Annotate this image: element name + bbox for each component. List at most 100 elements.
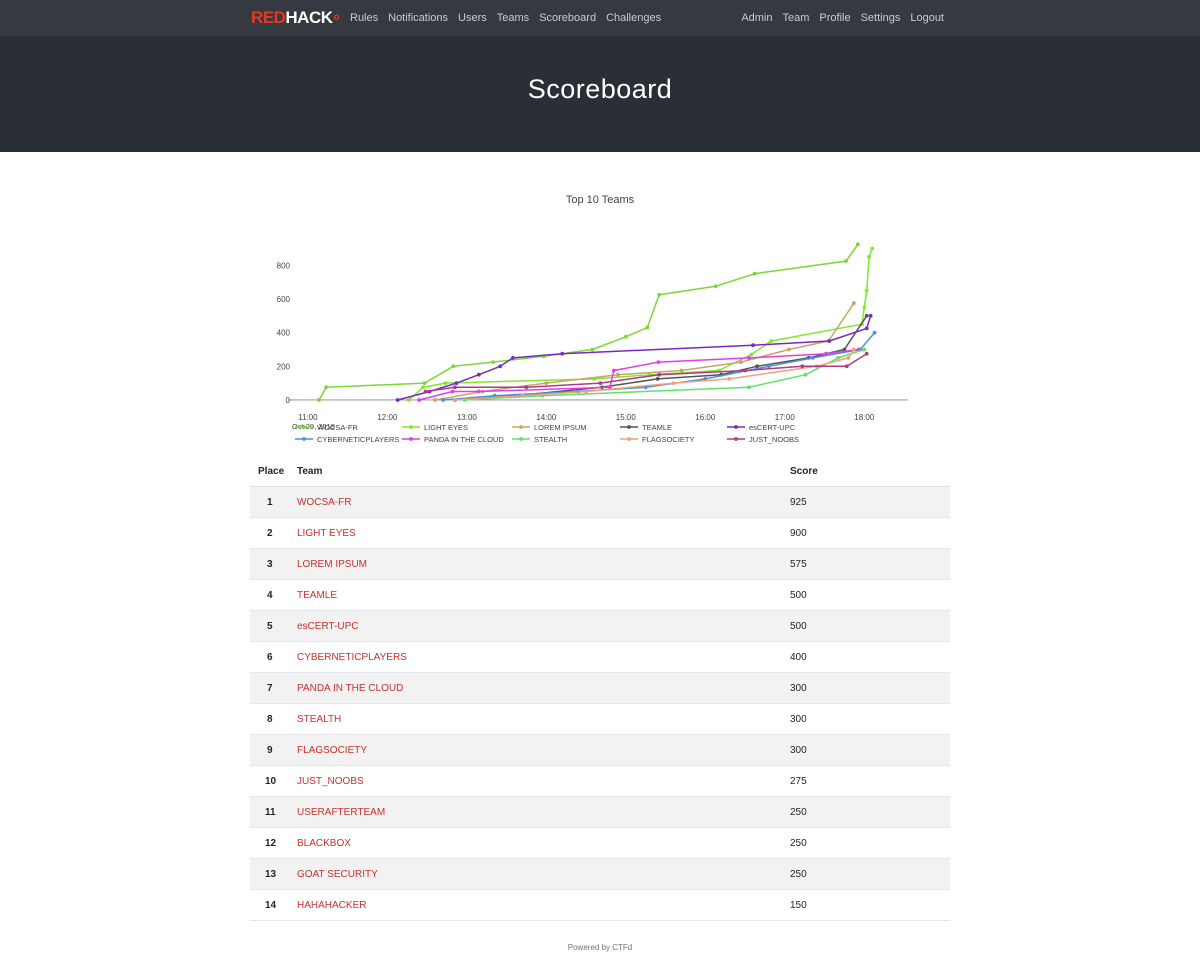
score-cell: 300 <box>790 683 807 694</box>
team-link[interactable]: WOCSA-FR <box>297 497 351 509</box>
team-link[interactable]: LOREM IPSUM <box>297 559 367 571</box>
team-link[interactable]: GOAT SECURITY <box>297 869 378 881</box>
data-point <box>864 326 869 331</box>
nav-link-rules[interactable]: Rules <box>350 11 378 25</box>
table-row: 9 FLAGSOCIETY 300 <box>250 735 950 766</box>
nav-link-team[interactable]: Team <box>783 11 810 25</box>
nav-link-admin[interactable]: Admin <box>741 11 772 25</box>
legend-swatch-dot <box>302 425 306 429</box>
page-title: Scoreboard <box>527 74 673 104</box>
data-point <box>612 368 616 373</box>
legend-label: FLAGSOCIETY <box>642 435 695 444</box>
score-cell: 250 <box>790 807 807 818</box>
data-point <box>656 360 661 364</box>
team-link[interactable]: esCERT-UPC <box>297 621 359 633</box>
team-link[interactable]: STEALTH <box>297 714 341 726</box>
nav-link-logout[interactable]: Logout <box>910 11 944 25</box>
chart-title: Top 10 Teams <box>566 194 635 206</box>
team-link[interactable]: TEAMLE <box>297 590 337 602</box>
data-point <box>317 398 321 402</box>
legend-label: LIGHT EYES <box>424 423 468 432</box>
data-point <box>862 305 867 310</box>
page-header: Scoreboard <box>0 36 1200 152</box>
x-tick-label: 14:00 <box>536 413 557 422</box>
brand-logo[interactable]: REDHACKo <box>251 9 340 27</box>
data-point <box>655 377 660 381</box>
data-point <box>520 393 525 398</box>
score-cell: 400 <box>790 652 807 663</box>
data-point <box>476 372 481 377</box>
table-row: 10 JUST_NOOBS 275 <box>250 766 950 797</box>
y-tick-label: 600 <box>277 295 291 304</box>
table-row: 1 WOCSA-FR 925 <box>250 487 950 518</box>
table-row: 2 LIGHT EYES 900 <box>250 518 950 549</box>
data-point <box>417 398 422 402</box>
data-point <box>421 385 425 390</box>
footer-text: Powered by CTFd <box>567 943 633 952</box>
y-tick-label: 200 <box>277 362 291 371</box>
data-point <box>727 377 732 381</box>
data-point <box>870 246 875 251</box>
legend-item-just-noobs: JUST_NOOBS <box>727 435 799 444</box>
score-cell: 500 <box>790 621 807 632</box>
data-point <box>395 398 400 402</box>
place-cell: 9 <box>267 745 273 756</box>
data-point <box>454 381 459 385</box>
data-point <box>441 398 445 402</box>
data-point <box>590 347 595 352</box>
data-point <box>803 372 808 377</box>
legend-label: JUST_NOOBS <box>749 435 799 444</box>
data-point <box>864 351 869 356</box>
table-row: 7 PANDA IN THE CLOUD 300 <box>250 673 950 704</box>
team-link[interactable]: PANDA IN THE CLOUD <box>297 683 403 695</box>
y-tick-label: 400 <box>277 329 291 338</box>
team-link[interactable]: FLAGSOCIETY <box>297 745 367 757</box>
nav-link-users[interactable]: Users <box>458 11 487 25</box>
data-point <box>852 347 856 352</box>
x-tick-label: 16:00 <box>695 413 716 422</box>
team-link[interactable]: JUST_NOOBS <box>297 776 364 788</box>
score-cell: 900 <box>790 528 807 539</box>
top-navbar: REDHACKo Rules Notifications Users Teams Sco… <box>0 0 1200 36</box>
score-cell: 575 <box>790 559 807 570</box>
data-point <box>476 389 481 394</box>
legend-label: CYBERNETICPLAYERS <box>317 435 399 444</box>
place-cell: 13 <box>265 869 277 880</box>
data-point <box>498 364 503 369</box>
data-point <box>827 339 832 343</box>
data-point <box>453 398 457 402</box>
team-link[interactable]: BLACKBOX <box>297 838 351 850</box>
legend-item-escert-upc: esCERT-UPC <box>727 423 796 432</box>
header-team: Team <box>297 466 323 477</box>
data-point <box>584 389 588 394</box>
data-point <box>800 364 805 369</box>
nav-link-challenges[interactable]: Challenges <box>606 11 661 25</box>
nav-link-notifications[interactable]: Notifications <box>388 11 448 25</box>
nav-link-scoreboard[interactable]: Scoreboard <box>539 11 596 25</box>
table-row: 5 esCERT-UPC 500 <box>250 611 950 642</box>
nav-link-settings[interactable]: Settings <box>861 11 901 25</box>
header-place: Place <box>258 466 285 477</box>
nav-link-teams[interactable]: Teams <box>497 11 529 25</box>
series-light-eyes <box>406 246 875 402</box>
legend-swatch-dot <box>409 425 413 429</box>
x-tick-label: 15:00 <box>616 413 637 422</box>
y-tick-label: 0 <box>286 396 291 405</box>
data-point <box>836 356 840 360</box>
table-row: 6 CYBERNETICPLAYERS 400 <box>250 642 950 673</box>
legend-swatch-dot <box>734 437 738 441</box>
data-point <box>645 325 650 330</box>
team-link[interactable]: CYBERNETICPLAYERS <box>297 652 407 664</box>
data-point <box>450 389 455 394</box>
nav-link-profile[interactable]: Profile <box>819 11 850 25</box>
legend-swatch-dot <box>302 437 306 441</box>
data-point <box>524 385 529 390</box>
team-link[interactable]: USERAFTERTEAM <box>297 807 385 819</box>
data-point <box>864 313 869 318</box>
table-row: 3 LOREM IPSUM 575 <box>250 549 950 580</box>
team-link[interactable]: HAHAHACKER <box>297 900 366 912</box>
legend-item-light-eyes: LIGHT EYES <box>402 423 468 432</box>
team-link[interactable]: LIGHT EYES <box>297 528 356 540</box>
score-cell: 300 <box>790 745 807 756</box>
data-point <box>824 351 828 356</box>
